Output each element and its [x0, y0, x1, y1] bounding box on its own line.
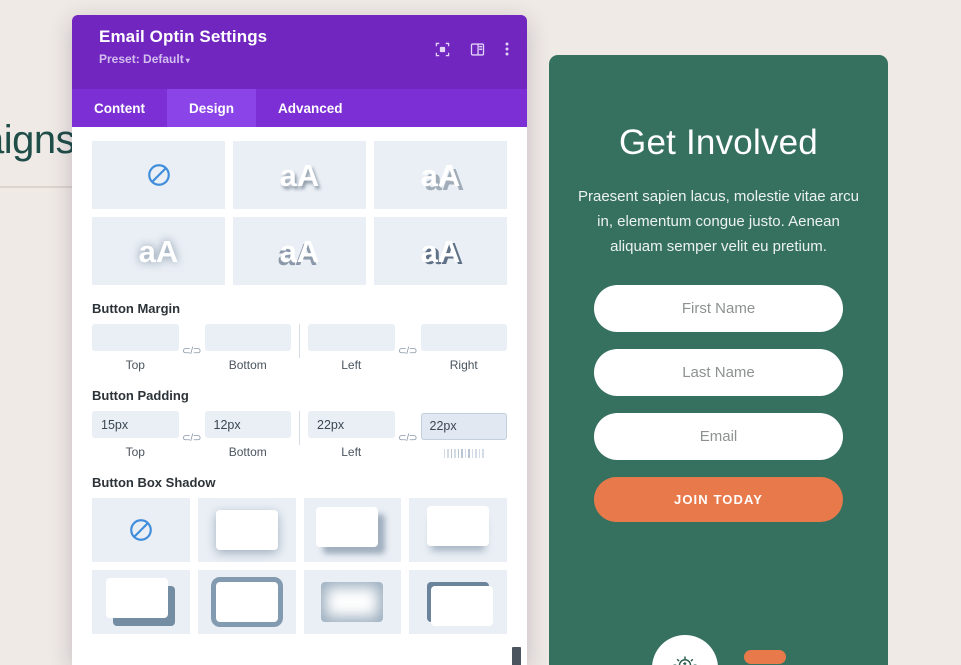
- box-shadow-sample: [105, 578, 168, 618]
- more-options-icon[interactable]: [505, 41, 509, 57]
- padding-top-label: Top: [125, 445, 145, 459]
- tick: [468, 448, 470, 458]
- padding-left-label: Left: [341, 445, 362, 459]
- text-shadow-option-hard-drop[interactable]: aA: [374, 141, 507, 209]
- margin-right-label: Right: [449, 358, 478, 372]
- modal-header: Email Optin Settings Preset: Default ▾: [72, 15, 527, 89]
- donation-coin-icon: [651, 635, 718, 665]
- divider: [299, 411, 300, 445]
- button-padding-label: Button Padding: [92, 388, 189, 403]
- padding-left-input[interactable]: [308, 411, 395, 438]
- button-margin-group: Top ⊂/⊃ Bottom Left ⊂/⊃ Right: [92, 324, 507, 372]
- tick: [471, 448, 474, 458]
- box-shadow-sample: [321, 582, 384, 622]
- box-shadow-option-none[interactable]: [92, 498, 190, 562]
- tick: [447, 448, 449, 458]
- text-shadow-option-none[interactable]: [92, 141, 225, 209]
- button-padding-group: Top ⊂/⊃ Bottom Left ⊂/⊃: [92, 411, 507, 459]
- text-shadow-sample: aA: [279, 157, 320, 193]
- tab-advanced[interactable]: Advanced: [256, 89, 365, 127]
- text-shadow-option-soft-drop[interactable]: aA: [233, 141, 366, 209]
- tick: [461, 448, 463, 458]
- background-divider: [0, 186, 78, 188]
- preview-heading: Get Involved: [619, 123, 818, 162]
- text-shadow-sample: aA: [279, 233, 320, 269]
- box-shadow-sample: [431, 586, 494, 626]
- box-shadow-option-top-left-border[interactable]: [409, 570, 507, 634]
- margin-left-label: Left: [341, 358, 362, 372]
- tab-design[interactable]: Design: [167, 89, 257, 127]
- tick: [464, 448, 467, 458]
- padding-bottom-input[interactable]: [204, 411, 291, 438]
- box-shadow-sample: [215, 582, 278, 622]
- background-page-heading: aigns: [0, 118, 76, 162]
- box-shadow-option-offset-blur[interactable]: [303, 498, 402, 562]
- optin-preview-card: Get Involved Praesent sapien lacus, mole…: [549, 55, 888, 665]
- link-values-icon[interactable]: ⊂/⊃: [179, 426, 205, 444]
- preview-footer: [549, 635, 888, 665]
- layout-panel-icon[interactable]: [470, 42, 485, 57]
- email-optin-settings-modal: Email Optin Settings Preset: Default ▾ C…: [72, 15, 527, 665]
- margin-right-input[interactable]: [420, 324, 507, 351]
- settings-scrollbar[interactable]: [512, 647, 521, 665]
- tab-content[interactable]: Content: [72, 89, 167, 127]
- box-shadow-option-bottom-blur[interactable]: [409, 498, 507, 562]
- first-name-input[interactable]: [594, 285, 843, 333]
- text-shadow-option-left-drop[interactable]: aA: [233, 217, 366, 285]
- box-shadow-sample: [215, 510, 278, 550]
- padding-top-input[interactable]: [92, 411, 179, 438]
- margin-top-label: Top: [125, 358, 145, 372]
- link-values-icon[interactable]: ⊂/⊃: [179, 339, 205, 357]
- chevron-down-icon: ▾: [185, 56, 190, 65]
- divider: [299, 324, 300, 358]
- email-input[interactable]: [594, 413, 843, 461]
- preview-body-text: Praesent sapien lacus, molestie vitae ar…: [578, 188, 859, 255]
- padding-right-range-slider[interactable]: [421, 448, 508, 458]
- text-shadow-options: aA aA aA aA aA: [92, 141, 507, 285]
- preset-label: Preset: Default: [99, 52, 184, 66]
- optin-form: JOIN TODAY: [549, 285, 888, 523]
- settings-body: aA aA aA aA aA Button Margin Top ⊂/⊃ Bot…: [72, 127, 527, 665]
- box-shadow-option-soft-blur[interactable]: [197, 498, 296, 562]
- tick: [454, 448, 456, 458]
- margin-left-input[interactable]: [308, 324, 395, 351]
- box-shadow-sample: [316, 507, 379, 547]
- margin-bottom-label: Bottom: [228, 358, 267, 372]
- join-today-button[interactable]: JOIN TODAY: [594, 477, 843, 523]
- tick: [443, 448, 446, 458]
- text-shadow-option-offset-solid[interactable]: aA: [374, 217, 507, 285]
- box-shadow-option-inset-glow[interactable]: [303, 570, 402, 634]
- padding-bottom-label: Bottom: [228, 445, 267, 459]
- margin-bottom-input[interactable]: [204, 324, 291, 351]
- tick: [450, 448, 453, 458]
- box-shadow-option-outline[interactable]: [197, 570, 296, 634]
- screen: aigns Email Optin Settings Preset: Defau…: [0, 0, 961, 665]
- margin-top-input[interactable]: [92, 324, 179, 351]
- text-shadow-sample: aA: [420, 233, 461, 269]
- text-shadow-sample: aA: [420, 157, 461, 193]
- link-values-icon[interactable]: ⊂/⊃: [395, 339, 421, 357]
- orange-accent-pill: [743, 650, 786, 664]
- tick: [478, 448, 481, 458]
- tick: [482, 448, 484, 458]
- tick: [475, 448, 477, 458]
- box-shadow-option-solid-offset[interactable]: [92, 570, 190, 634]
- button-box-shadow-label: Button Box Shadow: [92, 475, 216, 490]
- settings-tabs: Content Design Advanced: [72, 89, 527, 127]
- no-shadow-icon: [130, 519, 152, 541]
- link-values-icon[interactable]: ⊂/⊃: [395, 426, 421, 444]
- button-box-shadow-options: [92, 498, 507, 634]
- no-shadow-icon: [147, 164, 170, 186]
- text-shadow-option-glow[interactable]: aA: [92, 217, 225, 285]
- last-name-input[interactable]: [594, 349, 843, 397]
- text-shadow-sample: aA: [138, 233, 179, 269]
- focus-target-icon[interactable]: [435, 42, 450, 57]
- padding-right-input[interactable]: [420, 412, 507, 440]
- modal-header-actions: [435, 41, 509, 57]
- button-margin-label: Button Margin: [92, 301, 181, 316]
- box-shadow-sample: [427, 506, 490, 546]
- tick: [457, 448, 460, 458]
